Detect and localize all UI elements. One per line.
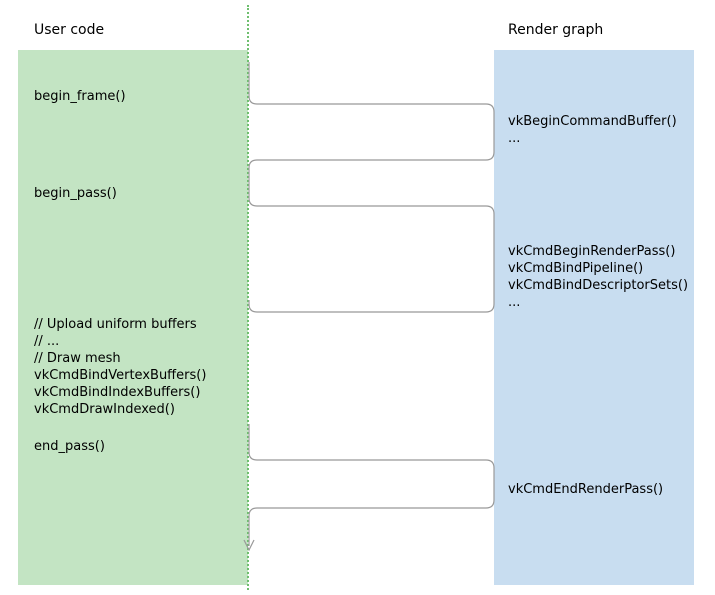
code-line: // Draw mesh: [34, 350, 206, 367]
code-line: vkCmdBindPipeline(): [508, 260, 688, 277]
code-line: vkCmdBeginRenderPass(): [508, 243, 688, 260]
code-line: vkCmdBindDescriptorSets(): [508, 277, 688, 294]
code-render-pass-block: vkCmdBeginRenderPass() vkCmdBindPipeline…: [508, 243, 688, 311]
code-line: vkCmdDrawIndexed(): [34, 401, 206, 418]
code-line: vkCmdBindVertexBuffers(): [34, 367, 206, 384]
code-draw-block: // Upload uniform buffers // ... // Draw…: [34, 316, 206, 418]
code-begin-pass: begin_pass(): [34, 185, 117, 202]
code-line: // ...: [34, 333, 206, 350]
code-begin-frame: begin_frame(): [34, 88, 126, 105]
header-user-code: User code: [34, 22, 104, 38]
code-end-pass: end_pass(): [34, 438, 105, 455]
code-line: ...: [508, 294, 688, 311]
code-line: // Upload uniform buffers: [34, 316, 206, 333]
timeline-dotted-line: [247, 5, 249, 590]
code-cmd-buffer-block: vkBeginCommandBuffer() ...: [508, 113, 677, 147]
code-end-render-pass: vkCmdEndRenderPass(): [508, 481, 663, 498]
code-line: vkBeginCommandBuffer(): [508, 113, 677, 130]
code-line: vkCmdBindIndexBuffers(): [34, 384, 206, 401]
flow-begin-frame: [249, 62, 494, 312]
header-render-graph: Render graph: [508, 22, 603, 38]
code-line: ...: [508, 130, 677, 147]
flow-end-pass: [249, 424, 494, 546]
